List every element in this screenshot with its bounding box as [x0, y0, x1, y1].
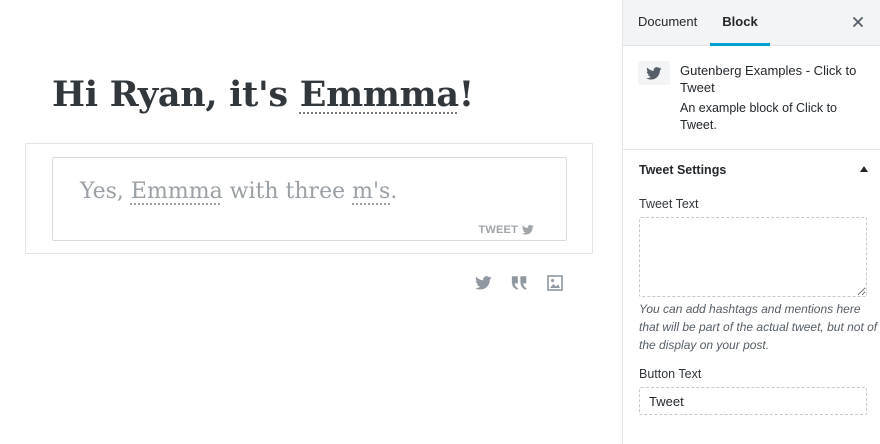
tweet-text-segment: . — [390, 179, 398, 204]
tweet-text-help: You can add hashtags and mentions here t… — [639, 302, 878, 352]
click-to-tweet-block[interactable]: Yes, Emmma with three m's. TWEET — [52, 157, 567, 241]
tweet-cta-button[interactable]: TWEET — [479, 223, 535, 237]
twitter-icon[interactable] — [470, 272, 496, 294]
tweet-text-label: Tweet Text — [639, 197, 699, 211]
tweet-cta-label: TWEET — [478, 224, 518, 236]
block-toolbar — [470, 272, 568, 294]
caret-up-icon — [860, 166, 868, 172]
twitter-icon — [638, 61, 670, 85]
editor-canvas: Hi Ryan, it's Emmma! Yes, Emmma with thr… — [0, 0, 622, 444]
misspelled-word[interactable]: m's — [352, 179, 390, 204]
tweet-settings-panel-toggle[interactable]: Tweet Settings — [623, 151, 880, 189]
misspelled-word[interactable]: Emmma — [131, 179, 223, 204]
tweet-text-segment: Yes, — [80, 179, 131, 204]
sidebar-header: Document Block — [623, 0, 880, 46]
panel-title: Tweet Settings — [639, 163, 727, 177]
post-title-text: Hi Ryan, it's — [52, 74, 300, 115]
settings-sidebar: Document Block Gutenberg Examples - Clic… — [622, 0, 880, 444]
block-card-description: An example block of Click to Tweet. — [680, 101, 838, 132]
button-text-label: Button Text — [639, 367, 702, 381]
quote-icon[interactable] — [506, 272, 532, 294]
tweet-text-field[interactable] — [639, 217, 867, 297]
tab-document[interactable]: Document — [638, 0, 697, 46]
tweet-text-segment: with three — [222, 179, 353, 204]
post-title-text: ! — [458, 74, 474, 115]
post-title[interactable]: Hi Ryan, it's Emmma! — [52, 74, 474, 115]
selected-block-outline[interactable]: Yes, Emmma with three m's. TWEET — [25, 143, 593, 254]
misspelled-word[interactable]: Emmma — [300, 74, 459, 115]
block-card: Gutenberg Examples - Click to Tweet An e… — [623, 47, 880, 150]
image-icon[interactable] — [542, 272, 568, 294]
tweet-block-text[interactable]: Yes, Emmma with three m's. — [80, 179, 397, 204]
tab-block[interactable]: Block — [710, 0, 770, 46]
twitter-icon — [522, 225, 534, 235]
block-card-title: Gutenberg Examples - Click to Tweet — [680, 63, 857, 95]
button-text-field[interactable] — [639, 387, 867, 415]
close-icon[interactable] — [849, 13, 867, 31]
